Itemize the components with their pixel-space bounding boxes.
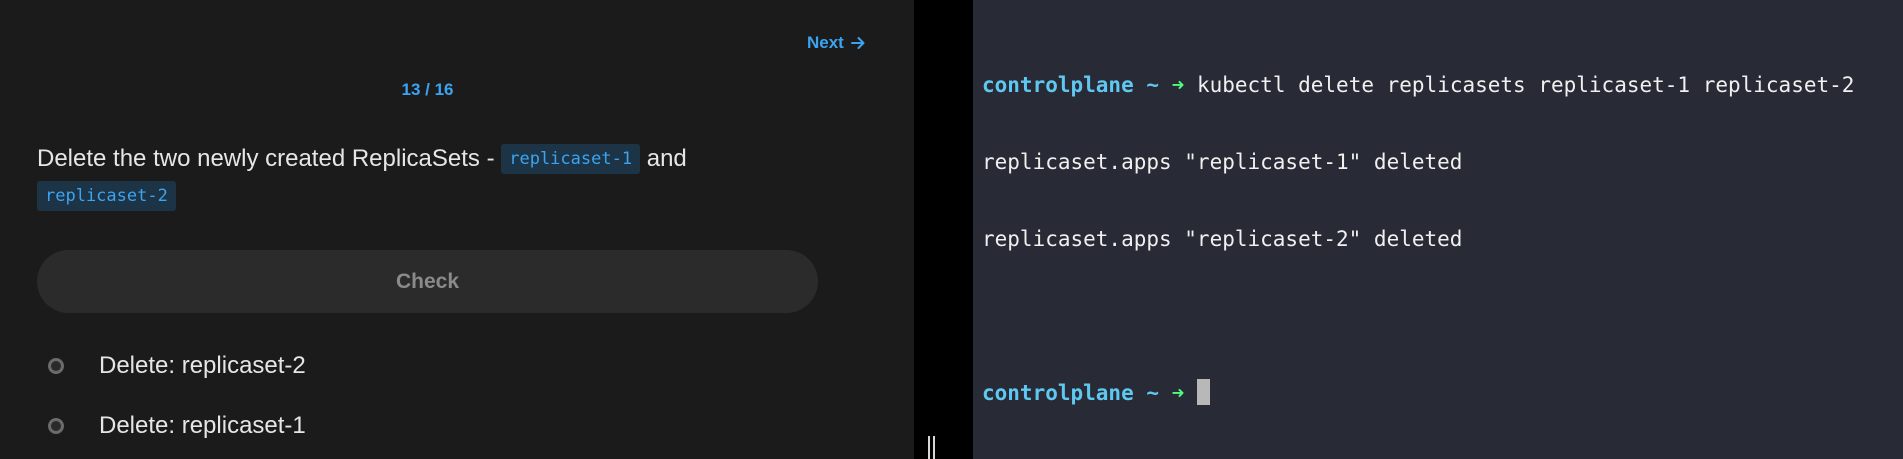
radio-circle-icon[interactable]: [48, 358, 64, 374]
code-replicaset-1: replicaset-1: [501, 144, 641, 174]
task-item[interactable]: Delete: replicaset-1: [48, 406, 306, 446]
terminal-line: controlplane ~ ➜: [982, 379, 1854, 408]
terminal-line: controlplane ~ ➜ kubectl delete replicas…: [982, 71, 1854, 100]
drag-handle-bar: [928, 436, 930, 459]
question-progress: 13 / 16: [401, 80, 454, 99]
quiz-panel: Next 13 / 16 Delete the two newly create…: [0, 0, 914, 459]
code-replicaset-2: replicaset-2: [37, 181, 176, 211]
prompt-arrow-icon: ➜: [1171, 381, 1185, 405]
check-button[interactable]: Check: [37, 250, 818, 313]
task-label: Delete: replicaset-2: [99, 352, 306, 379]
prompt-host: controlplane ~: [982, 381, 1160, 405]
terminal-command: [1184, 381, 1197, 405]
question-middle: and: [640, 145, 687, 172]
next-label: Next: [807, 33, 844, 52]
terminal-cursor: [1196, 379, 1210, 405]
app-root: Next 13 / 16 Delete the two newly create…: [0, 0, 1903, 459]
next-button[interactable]: Next: [807, 31, 866, 55]
drag-handle-bar: [933, 436, 935, 459]
arrow-right-icon: [850, 35, 866, 51]
task-item[interactable]: Delete: replicaset-2: [48, 346, 306, 386]
terminal-command: kubectl delete replicasets replicaset-1 …: [1184, 73, 1855, 97]
question-text: Delete the two newly created ReplicaSets…: [37, 140, 817, 214]
terminal[interactable]: controlplane ~ ➜ kubectl delete replicas…: [973, 0, 1903, 459]
terminal-output: controlplane ~ ➜ kubectl delete replicas…: [982, 23, 1854, 456]
prompt-arrow-icon: ➜: [1171, 73, 1185, 97]
radio-circle-icon[interactable]: [48, 418, 64, 434]
prompt-host: controlplane ~: [982, 73, 1160, 97]
drag-handle-icon[interactable]: [928, 436, 937, 459]
terminal-line: replicaset.apps "replicaset-1" deleted: [982, 150, 1463, 174]
task-label: Delete: replicaset-1: [99, 412, 306, 439]
panel-divider: [914, 0, 973, 459]
terminal-line: replicaset.apps "replicaset-2" deleted: [982, 227, 1463, 251]
question-prefix: Delete the two newly created ReplicaSets…: [37, 145, 502, 172]
